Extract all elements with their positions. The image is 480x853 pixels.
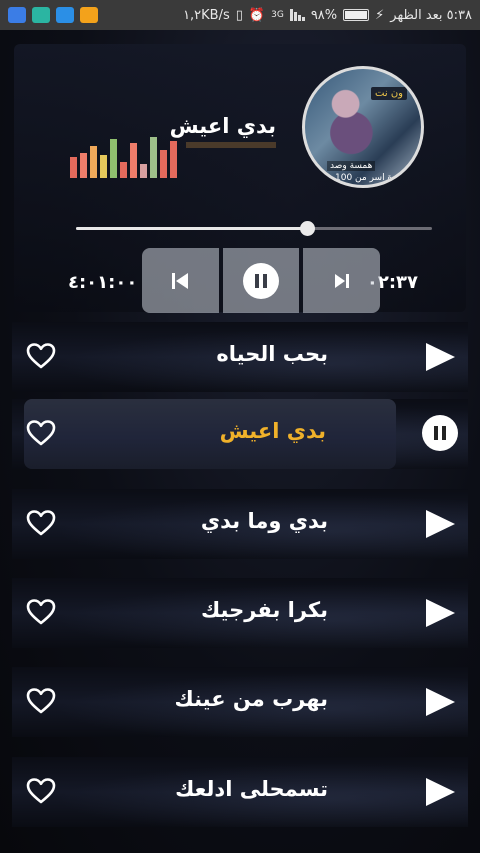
equalizer-bar xyxy=(130,143,137,178)
album-art-text: ون نت xyxy=(371,87,407,100)
download-notification-icon xyxy=(56,7,74,23)
song-row[interactable]: بكرا بفرجيك xyxy=(12,578,468,648)
equalizer-bar xyxy=(150,137,157,178)
equalizer-bar xyxy=(70,157,77,178)
play-icon[interactable] xyxy=(422,340,458,374)
favorite-heart-icon[interactable] xyxy=(26,419,56,447)
album-art: ون نت همسة وصد ة اسر من 100 xyxy=(302,66,424,188)
song-row[interactable]: بحب الحياه xyxy=(12,322,468,392)
song-title: بحب الحياه xyxy=(216,342,328,366)
previous-button[interactable] xyxy=(142,248,219,313)
favorite-heart-icon[interactable] xyxy=(26,687,56,715)
equalizer-bar xyxy=(140,164,147,178)
favorite-heart-icon[interactable] xyxy=(26,777,56,805)
seek-thumb[interactable] xyxy=(300,221,316,236)
status-indicators: ٥:٣٨ بعد الظهر ⚡ %٩٨ 3G ⏰ ▯ ١,٢KB/s xyxy=(183,8,472,23)
play-icon[interactable] xyxy=(422,775,458,809)
player-panel: ون نت همسة وصد ة اسر من 100 بدي اعيش ٤:٠… xyxy=(14,44,466,313)
album-art-text: ة اسر من 100 xyxy=(335,173,393,183)
song-title: تسمحلى ادلعك xyxy=(175,777,328,801)
song-title: بدي وما بدي xyxy=(200,509,328,533)
equalizer-visualizer xyxy=(70,132,177,178)
equalizer-bar xyxy=(120,162,127,178)
app-screen: ون نت همسة وصد ة اسر من 100 بدي اعيش ٤:٠… xyxy=(0,30,480,853)
pause-icon xyxy=(243,262,279,299)
now-playing-title: بدي اعيش xyxy=(169,114,276,138)
play-icon[interactable] xyxy=(422,507,458,541)
song-row[interactable]: بهرب من عينك xyxy=(12,667,468,737)
playback-controls xyxy=(142,248,381,313)
duration-time: ٤:٠١:٠٠ xyxy=(68,272,138,293)
album-art-text: همسة وصد xyxy=(327,161,376,171)
battery-icon xyxy=(343,9,370,21)
next-button[interactable] xyxy=(303,248,381,313)
equalizer-bar xyxy=(170,141,177,178)
active-row-highlight xyxy=(24,399,396,469)
charging-icon: ⚡ xyxy=(375,7,385,23)
favorite-heart-icon[interactable] xyxy=(26,509,56,537)
song-row[interactable]: تسمحلى ادلعك xyxy=(12,757,468,827)
signal-icon xyxy=(289,9,305,21)
title-underline xyxy=(186,142,276,148)
favorite-heart-icon[interactable] xyxy=(26,342,56,370)
data-icon: 3G xyxy=(271,10,284,20)
song-row[interactable]: بدي وما بدي xyxy=(12,489,468,559)
battery-percent: %٩٨ xyxy=(310,7,338,23)
seek-progress xyxy=(76,227,308,230)
skip-next-icon xyxy=(334,273,349,288)
store-notification-icon xyxy=(80,7,98,23)
seek-bar[interactable] xyxy=(76,221,432,236)
network-speed: ١,٢KB/s xyxy=(183,7,230,23)
song-title: بدي اعيش xyxy=(219,419,326,443)
app-notification-icon xyxy=(8,7,26,23)
skip-previous-icon xyxy=(172,272,189,289)
play-icon[interactable] xyxy=(422,685,458,719)
equalizer-bar xyxy=(110,139,117,178)
favorite-heart-icon[interactable] xyxy=(26,598,56,626)
equalizer-bar xyxy=(80,153,87,178)
equalizer-bar xyxy=(100,155,107,178)
vibrate-icon: ▯ xyxy=(235,7,243,23)
play-icon[interactable] xyxy=(422,596,458,630)
pause-button[interactable] xyxy=(222,248,300,313)
song-row[interactable]: بدي اعيش xyxy=(12,399,468,469)
notification-icons xyxy=(8,7,98,23)
gallery-notification-icon xyxy=(32,7,50,23)
song-title: بكرا بفرجيك xyxy=(201,598,328,622)
song-title: بهرب من عينك xyxy=(174,687,328,711)
equalizer-bar xyxy=(160,150,167,178)
status-time: ٥:٣٨ بعد الظهر xyxy=(390,7,472,23)
status-bar: ٥:٣٨ بعد الظهر ⚡ %٩٨ 3G ⏰ ▯ ١,٢KB/s xyxy=(0,0,480,30)
alarm-icon: ⏰ xyxy=(248,7,266,23)
song-pause-button[interactable] xyxy=(422,415,458,451)
equalizer-bar xyxy=(90,146,97,178)
